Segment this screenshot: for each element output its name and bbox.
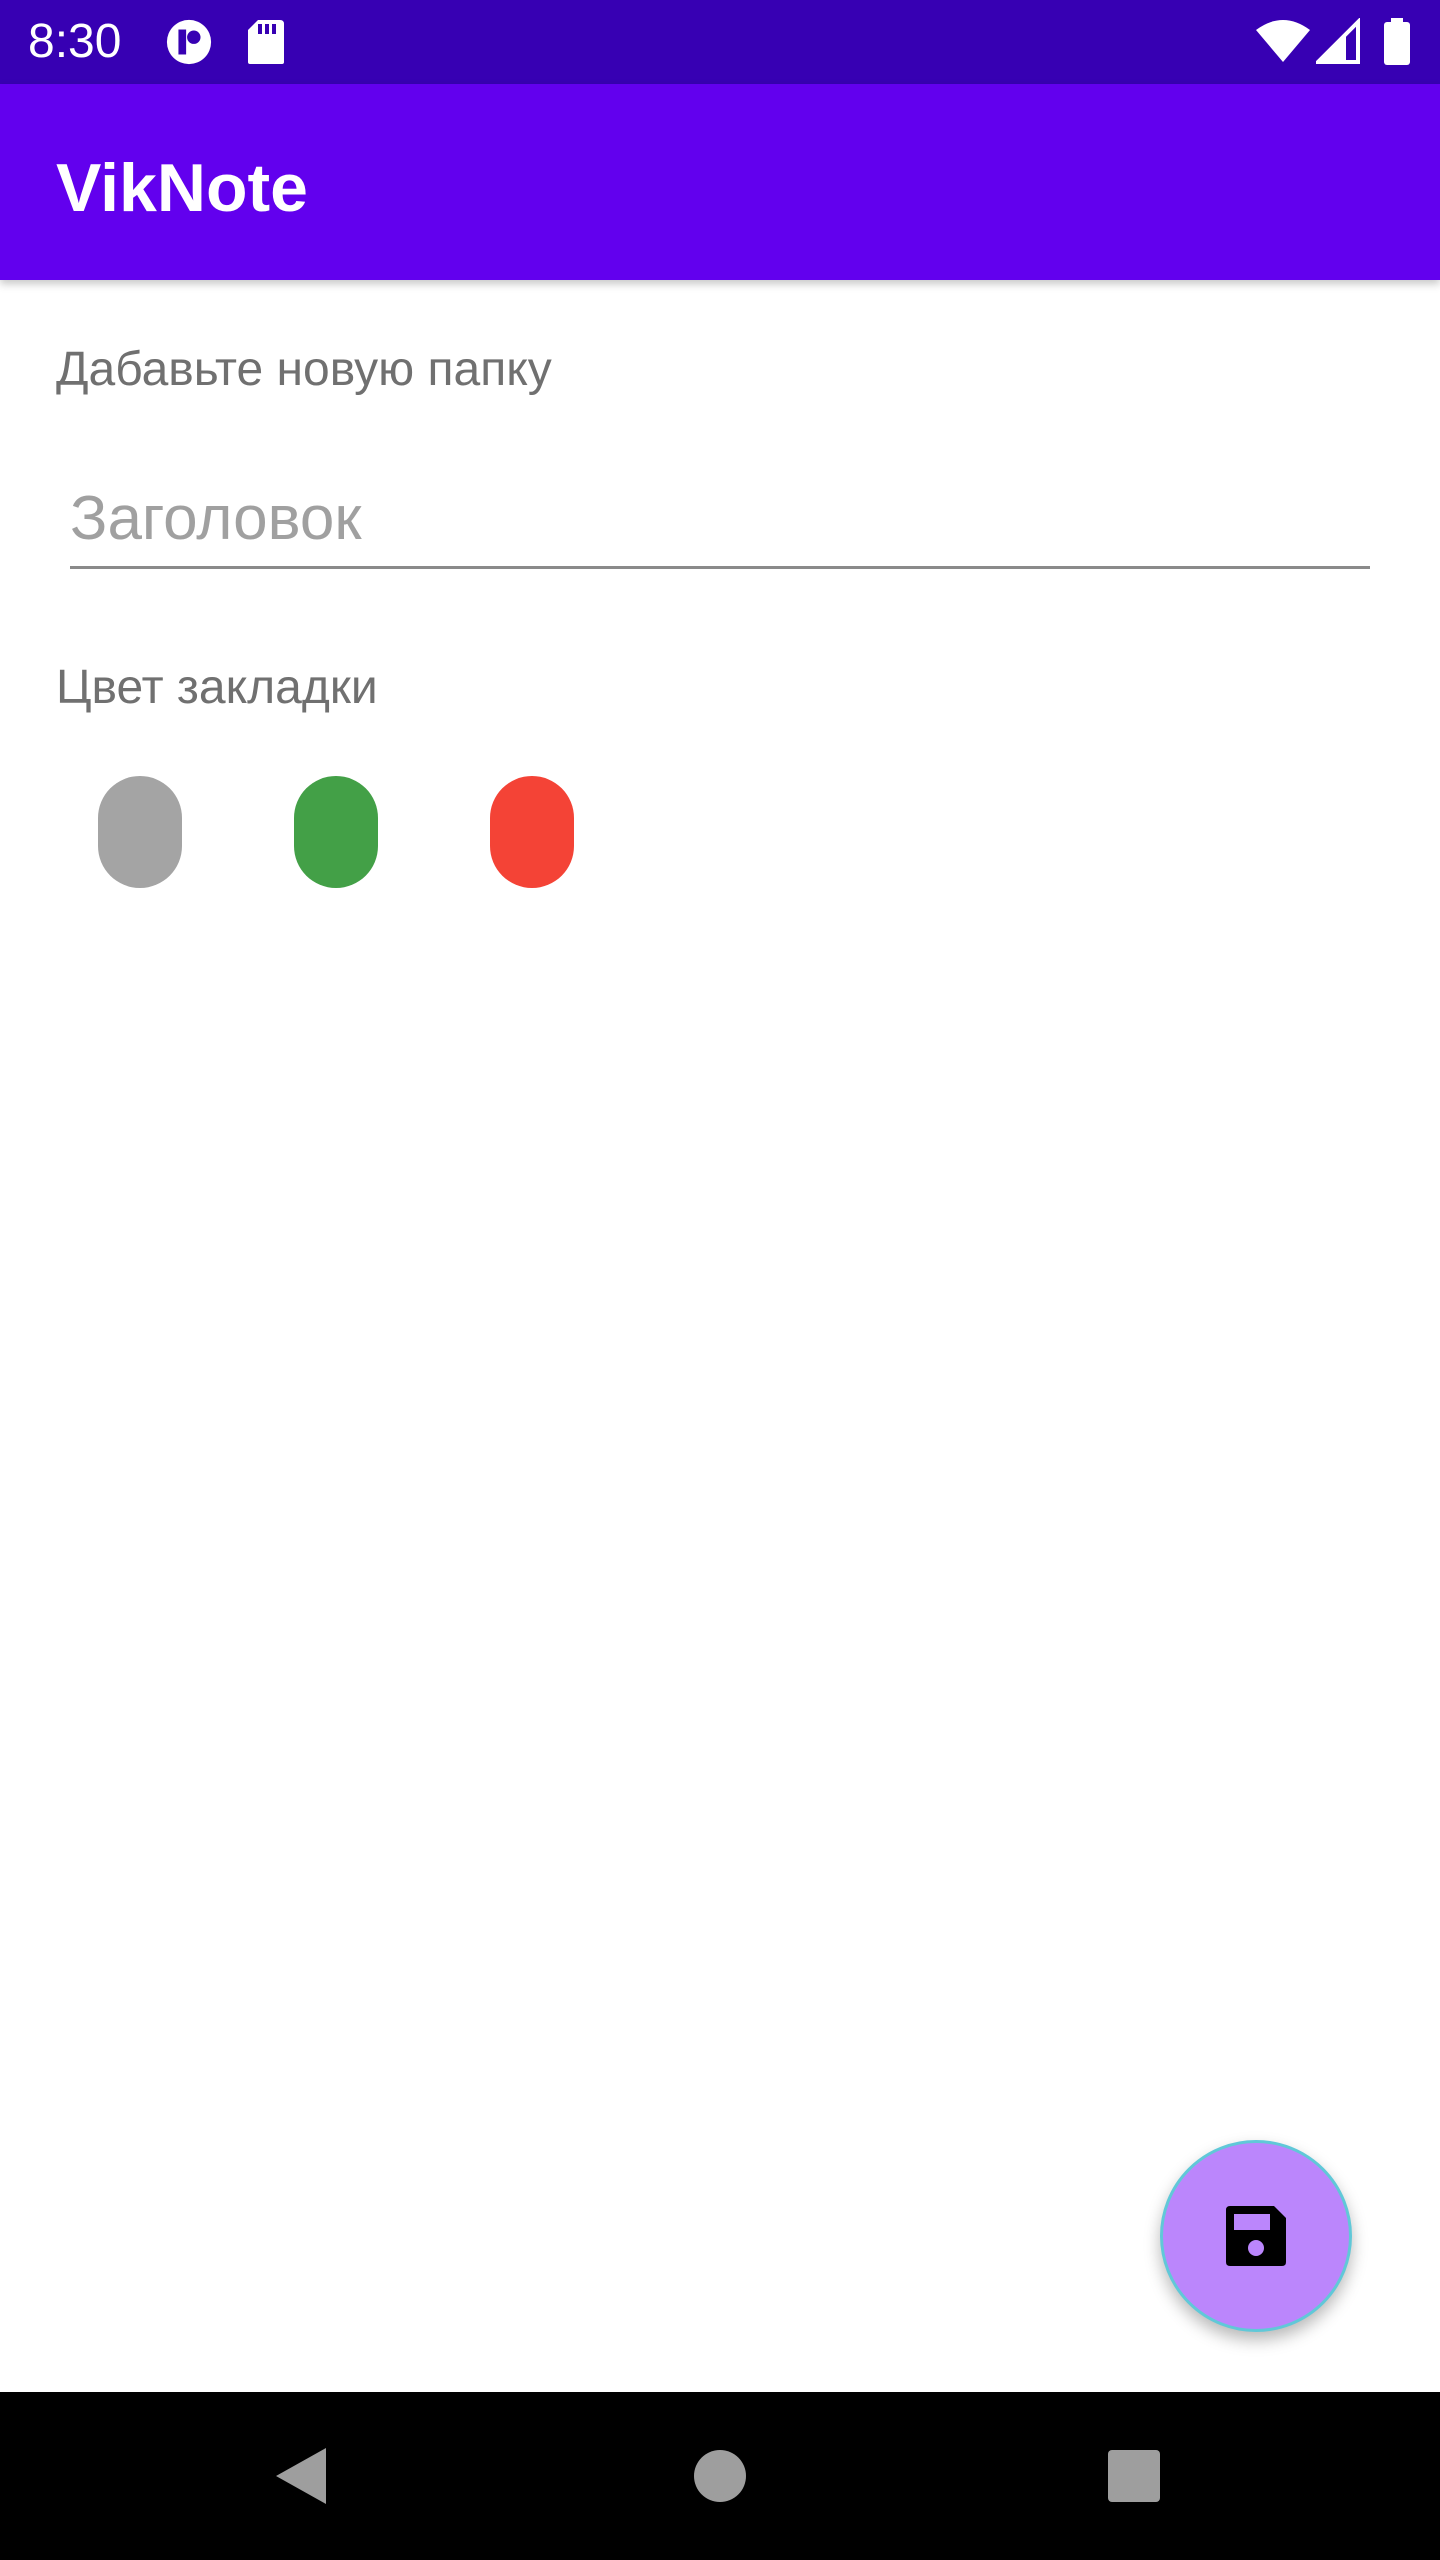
color-option-gray[interactable] xyxy=(98,776,182,888)
app-bar: VikNote xyxy=(0,84,1440,280)
cell-signal-icon xyxy=(1316,18,1360,64)
home-button[interactable] xyxy=(672,2428,768,2524)
status-time: 8:30 xyxy=(28,15,122,68)
home-icon xyxy=(694,2450,746,2502)
color-option-red[interactable] xyxy=(490,776,574,888)
navigation-bar xyxy=(0,2392,1440,2560)
sd-card-icon xyxy=(248,20,284,64)
color-label: Цвет закладки xyxy=(56,661,378,714)
app-notification-icon xyxy=(166,19,212,65)
save-icon xyxy=(1226,2206,1286,2266)
recents-icon xyxy=(1108,2450,1160,2502)
title-input[interactable] xyxy=(70,470,1370,569)
battery-icon xyxy=(1384,18,1410,65)
status-bar: 8:30 xyxy=(0,0,1440,84)
wifi-icon xyxy=(1256,20,1310,62)
back-button[interactable] xyxy=(252,2428,348,2524)
save-button[interactable] xyxy=(1160,2140,1352,2332)
color-option-green[interactable] xyxy=(294,776,378,888)
back-icon xyxy=(276,2448,326,2504)
recents-button[interactable] xyxy=(1086,2428,1182,2524)
app-title: VikNote xyxy=(56,150,308,226)
form-heading: Дабавьте новую папку xyxy=(56,343,552,396)
